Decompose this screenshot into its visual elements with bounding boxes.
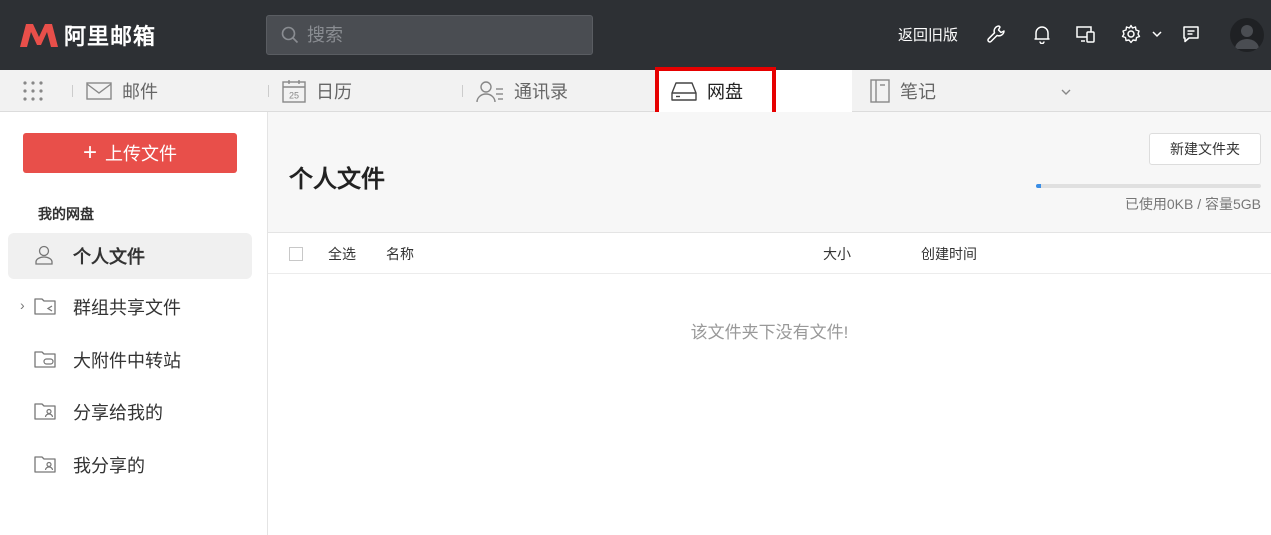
tab-label: 邮件 [122, 82, 158, 102]
search-input[interactable] [307, 24, 567, 46]
notebook-icon [870, 79, 890, 103]
tab-separator [268, 85, 269, 97]
empty-folder-message: 该文件夹下没有文件! [690, 323, 849, 342]
tabs-more-chevron-icon[interactable] [1060, 84, 1072, 102]
sidebar-item-group-shared[interactable]: › 群组共享文件 [8, 284, 252, 330]
drive-icon [671, 82, 697, 101]
plus-icon: + [82, 139, 97, 166]
tab-label: 通讯录 [514, 82, 568, 102]
sidebar-item-large-attachments[interactable]: 大附件中转站 [8, 337, 252, 383]
calendar-icon-text: 25 [289, 91, 299, 101]
select-all-checkbox[interactable] [289, 247, 303, 261]
sidebar-item-label: 分享给我的 [73, 403, 163, 423]
tab-separator [462, 85, 463, 97]
storage-usage-fill [1036, 184, 1041, 188]
sidebar-item-my-shares[interactable]: 我分享的 [8, 442, 252, 488]
avatar-icon [1235, 25, 1259, 49]
storage-usage-text: 已使用0KB / 容量5GB [1124, 196, 1261, 212]
tab-calendar[interactable]: 25 日历 [268, 70, 452, 112]
attachment-folder-icon [34, 351, 56, 368]
column-header-size[interactable]: 大小 [823, 244, 851, 264]
tab-drive[interactable]: 网盘 [658, 70, 852, 112]
column-header-created[interactable]: 创建时间 [921, 244, 977, 264]
shared-folder-icon [34, 298, 56, 315]
upload-file-button[interactable]: + 上传文件 [23, 133, 237, 173]
tab-mail[interactable]: 邮件 [72, 70, 256, 112]
search-icon [281, 26, 299, 44]
top-bar: 阿里邮箱 返回旧版 [0, 0, 1271, 70]
user-folder-icon [34, 456, 56, 473]
user-icon [35, 245, 53, 265]
mail-icon [86, 82, 112, 100]
tab-label: 网盘 [707, 82, 743, 102]
page-title: 个人文件 [289, 166, 385, 193]
tab-label: 笔记 [900, 82, 936, 102]
bell-icon[interactable] [1030, 22, 1054, 46]
contacts-icon [476, 81, 503, 103]
sidebar-item-label: 个人文件 [73, 247, 145, 267]
select-all-label[interactable]: 全选 [328, 244, 356, 264]
calendar-icon: 25 [282, 80, 306, 103]
chevron-down-icon[interactable] [1149, 22, 1165, 46]
message-icon[interactable] [1179, 22, 1203, 46]
tab-separator [72, 85, 73, 97]
tab-label: 日历 [316, 82, 352, 102]
app-name: 阿里邮箱 [64, 24, 157, 49]
sidebar-item-shared-with-me[interactable]: 分享给我的 [8, 389, 252, 435]
sidebar-item-label: 群组共享文件 [73, 298, 181, 318]
user-folder-icon [34, 403, 56, 420]
avatar[interactable] [1230, 18, 1264, 52]
my-drive-section-label: 我的网盘 [38, 206, 94, 222]
tab-notes[interactable]: 笔记 [870, 70, 1040, 112]
sidebar: + 上传文件 我的网盘 个人文件 › 群组共享文件 大附件中转站 分享给我的 我… [0, 112, 268, 535]
sidebar-item-label: 大附件中转站 [73, 351, 181, 371]
device-icon[interactable] [1074, 22, 1098, 46]
main-header: 个人文件 新建文件夹 已使用0KB / 容量5GB [268, 112, 1271, 233]
gear-icon[interactable] [1119, 22, 1143, 46]
column-header-name[interactable]: 名称 [386, 244, 414, 264]
expand-chevron-icon[interactable]: › [20, 297, 25, 313]
tab-contacts[interactable]: 通讯录 [462, 70, 646, 112]
logo-icon [20, 24, 58, 47]
sidebar-item-label: 我分享的 [73, 456, 145, 476]
upload-file-label: 上传文件 [105, 144, 177, 164]
logo[interactable]: 阿里邮箱 [18, 19, 156, 51]
search-box[interactable] [266, 15, 593, 55]
return-old-version-link[interactable]: 返回旧版 [898, 24, 958, 45]
module-tab-bar: 邮件 25 日历 通讯录 网盘 笔记 [0, 70, 1271, 112]
storage-usage-bar [1036, 184, 1261, 188]
sidebar-item-personal-files[interactable]: 个人文件 [8, 233, 252, 279]
wrench-icon[interactable] [984, 22, 1008, 46]
apps-grid-icon[interactable] [22, 80, 44, 102]
file-table-header: 全选 名称 大小 创建时间 [268, 233, 1271, 274]
new-folder-button[interactable]: 新建文件夹 [1149, 133, 1261, 165]
